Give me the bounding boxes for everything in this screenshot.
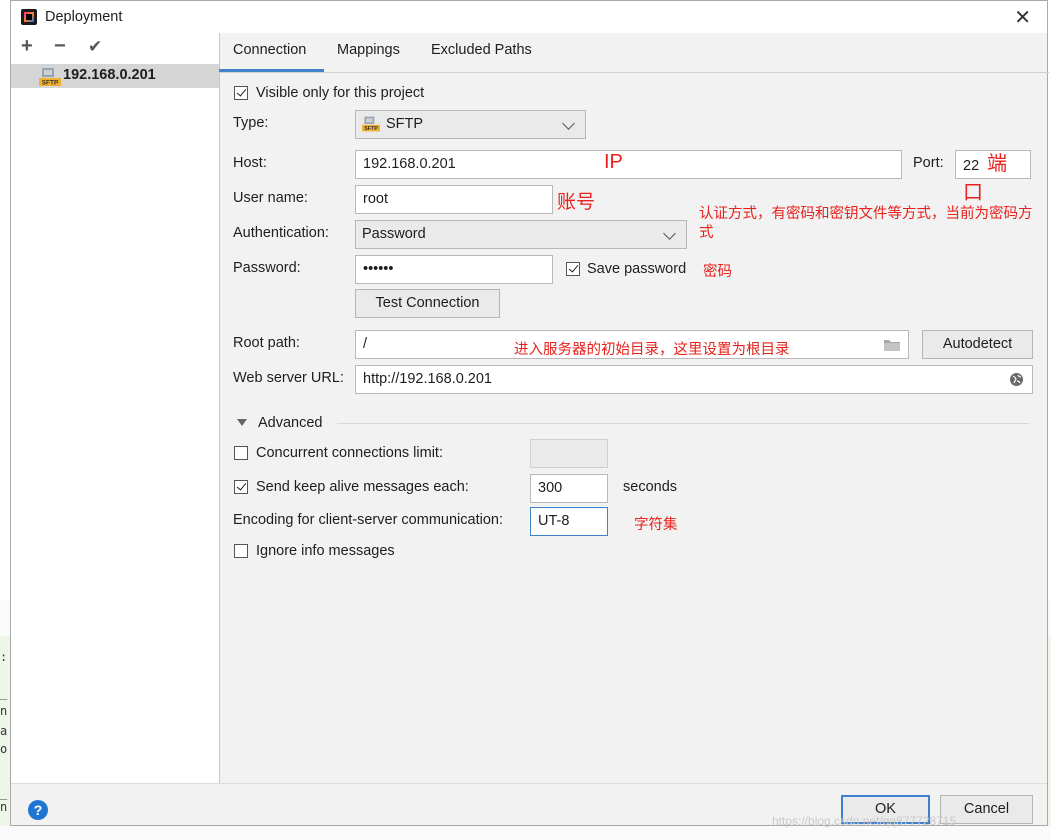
- username-input[interactable]: root: [355, 185, 553, 214]
- window-title: Deployment: [45, 9, 123, 25]
- auth-label: Authentication:: [233, 225, 329, 241]
- annotation-account: 账号: [557, 192, 596, 213]
- collapse-triangle-icon[interactable]: [237, 419, 247, 427]
- intellij-app-icon: [21, 9, 37, 25]
- ignore-info-checkbox[interactable]: [234, 544, 248, 558]
- server-toolbar: + − ✔: [11, 33, 219, 61]
- advanced-section-title[interactable]: Advanced: [258, 415, 323, 431]
- type-label: Type:: [233, 115, 269, 131]
- annotation-root-path: 进入服务器的初始目录，这里设置为根目录: [514, 342, 790, 358]
- username-label: User name:: [233, 190, 308, 206]
- globe-icon[interactable]: [1009, 372, 1024, 387]
- tab-connection[interactable]: Connection: [233, 42, 306, 58]
- visible-only-label: Visible only for this project: [256, 85, 425, 101]
- background-ide-text: n: [0, 800, 8, 814]
- chevron-down-icon: [562, 117, 575, 130]
- type-select[interactable]: SFTP SFTP: [355, 110, 586, 139]
- web-url-value: http://192.168.0.201: [363, 371, 492, 387]
- root-path-value: /: [363, 336, 368, 352]
- concurrent-limit-input[interactable]: [530, 439, 608, 468]
- add-server-button[interactable]: +: [21, 35, 33, 58]
- type-value: SFTP: [386, 116, 424, 132]
- remove-server-button[interactable]: −: [54, 35, 66, 58]
- visible-only-checkbox[interactable]: [234, 86, 248, 100]
- title-bar: Deployment ✕: [11, 1, 1047, 33]
- tabs-separator: [219, 72, 1049, 73]
- root-path-label: Root path:: [233, 335, 300, 351]
- sftp-icon: SFTP: [362, 116, 380, 132]
- server-name: 192.168.0.201: [63, 67, 156, 83]
- sftp-icon: SFTP: [39, 68, 61, 86]
- background-ide-text: o: [0, 742, 8, 756]
- background-ide-text: :: [0, 650, 8, 664]
- chevron-down-icon: [663, 227, 676, 240]
- server-list-item[interactable]: SFTP 192.168.0.201: [11, 64, 219, 88]
- advanced-divider: [337, 423, 1029, 424]
- save-password-checkbox[interactable]: [566, 262, 580, 276]
- close-icon[interactable]: ✕: [1014, 5, 1031, 30]
- password-input[interactable]: ••••••: [355, 255, 553, 284]
- footer-separator: [11, 783, 1047, 784]
- keep-alive-checkbox[interactable]: [234, 480, 248, 494]
- help-icon[interactable]: ?: [28, 800, 48, 820]
- background-ide-text: _: [0, 786, 8, 800]
- folder-icon[interactable]: [883, 338, 901, 352]
- keep-alive-label: Send keep alive messages each:: [256, 479, 469, 495]
- background-ide-bottom: [0, 826, 1051, 840]
- test-connection-button[interactable]: Test Connection: [355, 289, 500, 318]
- server-list-panel: + − ✔ SFTP 192.168.0.201: [11, 33, 220, 783]
- port-label: Port:: [913, 155, 944, 171]
- port-input[interactable]: 22 端口: [955, 150, 1031, 204]
- web-url-label: Web server URL:: [233, 370, 344, 386]
- save-password-label: Save password: [587, 261, 687, 277]
- svg-text:SFTP: SFTP: [42, 80, 59, 87]
- tab-excluded-paths[interactable]: Excluded Paths: [431, 42, 532, 58]
- background-ide-text: _: [0, 686, 8, 700]
- tab-mappings[interactable]: Mappings: [337, 42, 400, 58]
- encoding-label: Encoding for client-server communication…: [233, 512, 503, 528]
- keep-alive-input[interactable]: 300: [530, 474, 608, 503]
- auth-value: Password: [362, 226, 426, 242]
- ignore-info-label: Ignore info messages: [256, 543, 395, 559]
- root-path-input[interactable]: / 进入服务器的初始目录，这里设置为根目录: [355, 330, 909, 359]
- background-ide-text: a: [0, 724, 8, 738]
- annotation-password: 密码: [703, 264, 732, 280]
- encoding-input[interactable]: UT-8: [530, 507, 608, 536]
- svg-text:SFTP: SFTP: [364, 126, 378, 132]
- password-label: Password:: [233, 260, 301, 276]
- host-label: Host:: [233, 155, 267, 171]
- concurrent-limit-checkbox[interactable]: [234, 446, 248, 460]
- annotation-ip: IP: [604, 151, 623, 173]
- deployment-dialog: Deployment ✕ + − ✔ SFTP 192.168.0.201 Co…: [10, 0, 1049, 826]
- host-input[interactable]: 192.168.0.201: [355, 150, 902, 179]
- apply-check-icon[interactable]: ✔: [88, 37, 102, 57]
- auth-select[interactable]: Password: [355, 220, 687, 249]
- watermark: https://blog.csdn.net/qq877728715: [772, 814, 957, 828]
- web-url-input[interactable]: http://192.168.0.201: [355, 365, 1033, 394]
- port-value: 22: [963, 158, 980, 174]
- concurrent-limit-label: Concurrent connections limit:: [256, 445, 443, 461]
- annotation-auth: 认证方式，有密码和密钥文件等方式，当前为密码方式: [699, 206, 1033, 241]
- autodetect-button[interactable]: Autodetect: [922, 330, 1033, 359]
- background-ide-text: n: [0, 704, 8, 718]
- annotation-charset: 字符集: [634, 517, 678, 533]
- keep-alive-unit: seconds: [623, 479, 678, 495]
